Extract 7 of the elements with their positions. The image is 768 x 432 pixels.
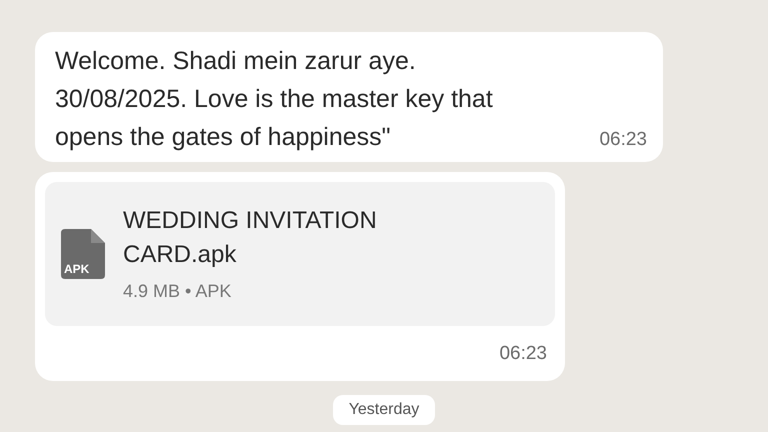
message-time: 06:23: [599, 128, 647, 152]
date-divider: Yesterday: [332, 394, 436, 424]
file-name: WEDDING INVITATION CARD.apk: [123, 206, 377, 270]
file-type-label: APK: [64, 261, 90, 278]
message-text: Welcome. Shadi mein zarur aye. 30/08/2025. Love is the master key that opens the gates of happiness": [55, 46, 493, 153]
message-time: 06:23: [499, 342, 547, 366]
file-info: 4.9 MB • APK: [123, 280, 232, 302]
